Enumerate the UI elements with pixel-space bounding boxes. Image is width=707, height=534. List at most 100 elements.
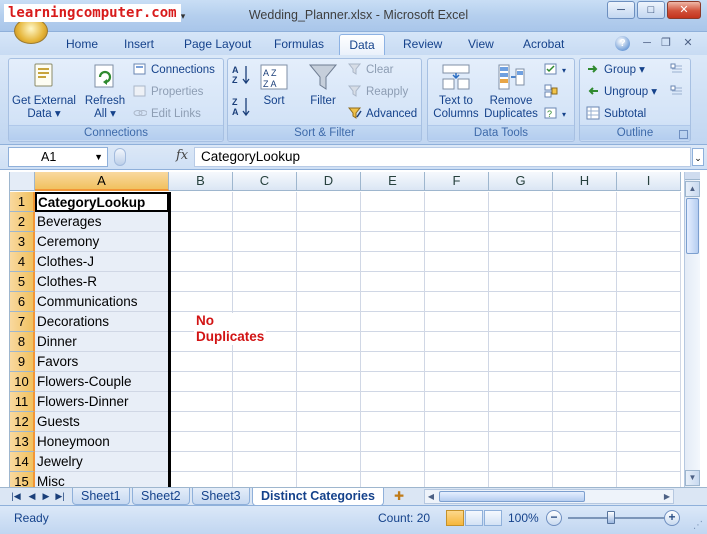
cell-e2[interactable] bbox=[361, 212, 425, 232]
show-detail-button[interactable] bbox=[670, 61, 688, 79]
cell-h2[interactable] bbox=[553, 212, 617, 232]
cell-b4[interactable] bbox=[169, 252, 233, 272]
outline-dialog-launcher-icon[interactable] bbox=[679, 130, 688, 139]
expand-formula-bar-icon[interactable]: ⌄ bbox=[692, 148, 704, 166]
cell-h4[interactable] bbox=[553, 252, 617, 272]
cell-b2[interactable] bbox=[169, 212, 233, 232]
cell-d13[interactable] bbox=[297, 432, 361, 452]
ungroup-button[interactable]: Ungroup ▾ bbox=[586, 83, 657, 101]
cell-i10[interactable] bbox=[617, 372, 681, 392]
cell-f9[interactable] bbox=[425, 352, 489, 372]
cell-d8[interactable] bbox=[297, 332, 361, 352]
cell-b1[interactable] bbox=[169, 192, 233, 212]
tab-acrobat[interactable]: Acrobat bbox=[515, 34, 572, 55]
cell-h1[interactable] bbox=[553, 192, 617, 212]
cell-g9[interactable] bbox=[489, 352, 553, 372]
help-icon[interactable]: ? bbox=[615, 36, 630, 51]
worksheet-grid[interactable]: A B C D E F G H I 1 CategoryLookup 2 Beverages 3 Cerem… bbox=[9, 172, 684, 487]
row-header-7[interactable]: 7 bbox=[10, 312, 35, 332]
column-header-g[interactable]: G bbox=[489, 172, 553, 191]
cell-h13[interactable] bbox=[553, 432, 617, 452]
cell-e1[interactable] bbox=[361, 192, 425, 212]
cell-f3[interactable] bbox=[425, 232, 489, 252]
cell-e15[interactable] bbox=[361, 472, 425, 487]
row-header-6[interactable]: 6 bbox=[10, 292, 35, 312]
cell-b3[interactable] bbox=[169, 232, 233, 252]
cell-g11[interactable] bbox=[489, 392, 553, 412]
cell-f8[interactable] bbox=[425, 332, 489, 352]
vertical-scroll-thumb[interactable] bbox=[686, 198, 699, 254]
name-box-dropdown-icon[interactable]: ▼ bbox=[94, 148, 103, 166]
group-button[interactable]: Group ▾ bbox=[586, 61, 645, 79]
scroll-down-icon[interactable]: ▼ bbox=[685, 470, 700, 486]
cell-g5[interactable] bbox=[489, 272, 553, 292]
tab-home[interactable]: Home bbox=[58, 34, 106, 55]
cell-i8[interactable] bbox=[617, 332, 681, 352]
get-external-data-button[interactable]: Get External Data ▾ bbox=[11, 61, 77, 121]
tab-page-layout[interactable]: Page Layout bbox=[176, 34, 259, 55]
zoom-level[interactable]: 100% bbox=[508, 511, 539, 525]
cell-e13[interactable] bbox=[361, 432, 425, 452]
cell-a1[interactable]: CategoryLookup bbox=[35, 192, 169, 212]
sheet-tab-sheet1[interactable]: Sheet1 bbox=[72, 488, 130, 505]
page-break-view-button[interactable] bbox=[484, 510, 502, 526]
cell-c3[interactable] bbox=[233, 232, 297, 252]
column-header-f[interactable]: F bbox=[425, 172, 489, 191]
sort-button[interactable]: A Z Z A Sort bbox=[256, 61, 292, 108]
edit-links-button[interactable]: Edit Links bbox=[133, 105, 201, 123]
cell-h5[interactable] bbox=[553, 272, 617, 292]
subtotal-button[interactable]: Subtotal bbox=[586, 105, 646, 123]
cell-b12[interactable] bbox=[169, 412, 233, 432]
cell-a6[interactable]: Communications bbox=[35, 292, 169, 312]
cell-i3[interactable] bbox=[617, 232, 681, 252]
filter-button[interactable]: Filter bbox=[302, 61, 344, 108]
split-box[interactable] bbox=[685, 172, 700, 180]
cell-i6[interactable] bbox=[617, 292, 681, 312]
cell-d1[interactable] bbox=[297, 192, 361, 212]
cell-g7[interactable] bbox=[489, 312, 553, 332]
cell-h3[interactable] bbox=[553, 232, 617, 252]
cell-c11[interactable] bbox=[233, 392, 297, 412]
workbook-minimize-icon[interactable]: ─ bbox=[640, 36, 654, 50]
cell-c6[interactable] bbox=[233, 292, 297, 312]
cell-c1[interactable] bbox=[233, 192, 297, 212]
row-header-1[interactable]: 1 bbox=[10, 192, 35, 212]
cell-e11[interactable] bbox=[361, 392, 425, 412]
cell-d9[interactable] bbox=[297, 352, 361, 372]
row-header-5[interactable]: 5 bbox=[10, 272, 35, 292]
cell-g10[interactable] bbox=[489, 372, 553, 392]
row-header-11[interactable]: 11 bbox=[10, 392, 35, 412]
cell-i12[interactable] bbox=[617, 412, 681, 432]
select-all-corner[interactable] bbox=[10, 172, 35, 191]
cell-b14[interactable] bbox=[169, 452, 233, 472]
cell-d5[interactable] bbox=[297, 272, 361, 292]
cell-a10[interactable]: Flowers-Couple bbox=[35, 372, 169, 392]
cell-a14[interactable]: Jewelry bbox=[35, 452, 169, 472]
cell-d15[interactable] bbox=[297, 472, 361, 487]
cell-b6[interactable] bbox=[169, 292, 233, 312]
column-header-i[interactable]: I bbox=[617, 172, 681, 191]
cell-e12[interactable] bbox=[361, 412, 425, 432]
cell-f1[interactable] bbox=[425, 192, 489, 212]
vertical-scrollbar[interactable]: ▲ ▼ bbox=[684, 172, 700, 487]
row-header-4[interactable]: 4 bbox=[10, 252, 35, 272]
cell-g15[interactable] bbox=[489, 472, 553, 487]
cell-e6[interactable] bbox=[361, 292, 425, 312]
cell-f13[interactable] bbox=[425, 432, 489, 452]
cell-c2[interactable] bbox=[233, 212, 297, 232]
cell-i4[interactable] bbox=[617, 252, 681, 272]
cell-f7[interactable] bbox=[425, 312, 489, 332]
cell-e9[interactable] bbox=[361, 352, 425, 372]
cell-a5[interactable]: Clothes-R bbox=[35, 272, 169, 292]
cell-g4[interactable] bbox=[489, 252, 553, 272]
cell-h6[interactable] bbox=[553, 292, 617, 312]
cell-a12[interactable]: Guests bbox=[35, 412, 169, 432]
cell-g8[interactable] bbox=[489, 332, 553, 352]
tab-view[interactable]: View bbox=[460, 34, 502, 55]
cell-a2[interactable]: Beverages bbox=[35, 212, 169, 232]
cell-e5[interactable] bbox=[361, 272, 425, 292]
cell-e8[interactable] bbox=[361, 332, 425, 352]
cell-f11[interactable] bbox=[425, 392, 489, 412]
cell-g13[interactable] bbox=[489, 432, 553, 452]
cell-f10[interactable] bbox=[425, 372, 489, 392]
